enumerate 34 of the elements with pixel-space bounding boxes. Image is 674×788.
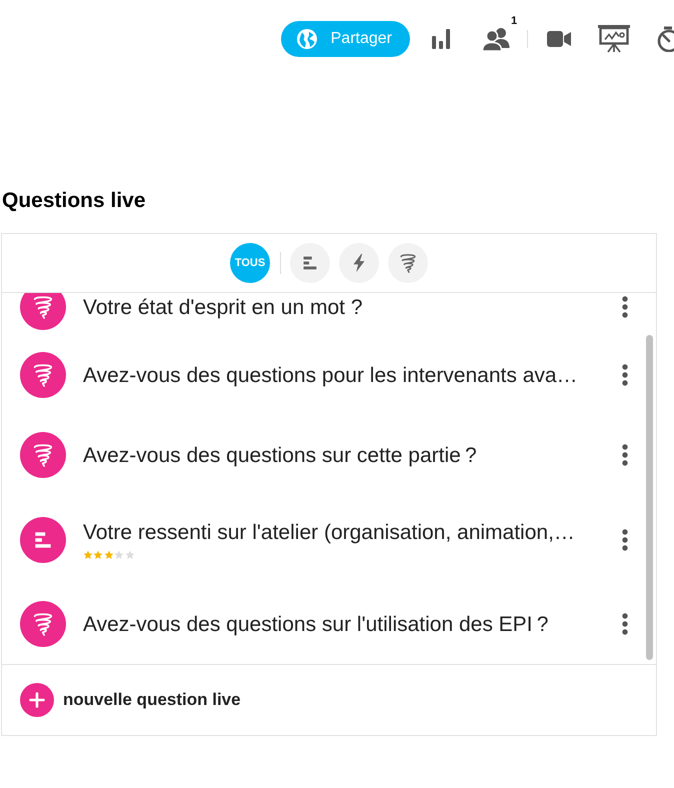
filter-tab[interactable]: [388, 243, 428, 283]
bars-icon: [20, 516, 66, 562]
question-title[interactable]: Avez-vous des questions sur l'utilisation des EPI ?: [83, 612, 614, 636]
more-options-icon[interactable]: [622, 444, 628, 466]
globe-icon: [296, 29, 317, 49]
star-icon: [124, 550, 135, 560]
video-camera-icon[interactable]: [547, 31, 571, 47]
bar-chart-icon[interactable]: [431, 29, 451, 49]
more-options-icon[interactable]: [622, 296, 628, 318]
filter-tab[interactable]: [339, 243, 379, 283]
stopwatch-icon[interactable]: [655, 26, 674, 52]
participant-count: 1: [511, 15, 518, 27]
question-title[interactable]: Votre état d'esprit en un mot ?: [83, 294, 614, 320]
spiral-icon: [20, 293, 66, 330]
spiral-icon: [20, 352, 66, 398]
star-icon: [83, 550, 93, 560]
scrollbar-thumb[interactable]: [646, 335, 653, 660]
new-question-button[interactable]: nouvelle question live: [20, 683, 241, 717]
star-icon: [114, 550, 124, 560]
star-icon: [93, 550, 104, 560]
question-title[interactable]: Votre ressenti sur l'atelier (organisation, animation,…: [83, 520, 614, 544]
spiral-icon: [20, 601, 66, 647]
more-options-icon[interactable]: [622, 364, 628, 386]
filter-tab[interactable]: [290, 243, 330, 283]
people-icon[interactable]: [482, 27, 510, 51]
more-options-icon[interactable]: [622, 613, 628, 635]
spiral-icon: [20, 432, 66, 478]
question-title[interactable]: Avez-vous des questions pour les intervenants ava…: [83, 362, 614, 388]
presentation-board-icon[interactable]: [598, 25, 630, 53]
more-options-icon[interactable]: [622, 528, 628, 550]
star-icon: [104, 550, 114, 560]
question-title[interactable]: Avez-vous des questions sur cette partie ?: [83, 442, 614, 468]
section-title: Questions live: [2, 189, 146, 213]
plus-icon: [20, 683, 54, 717]
